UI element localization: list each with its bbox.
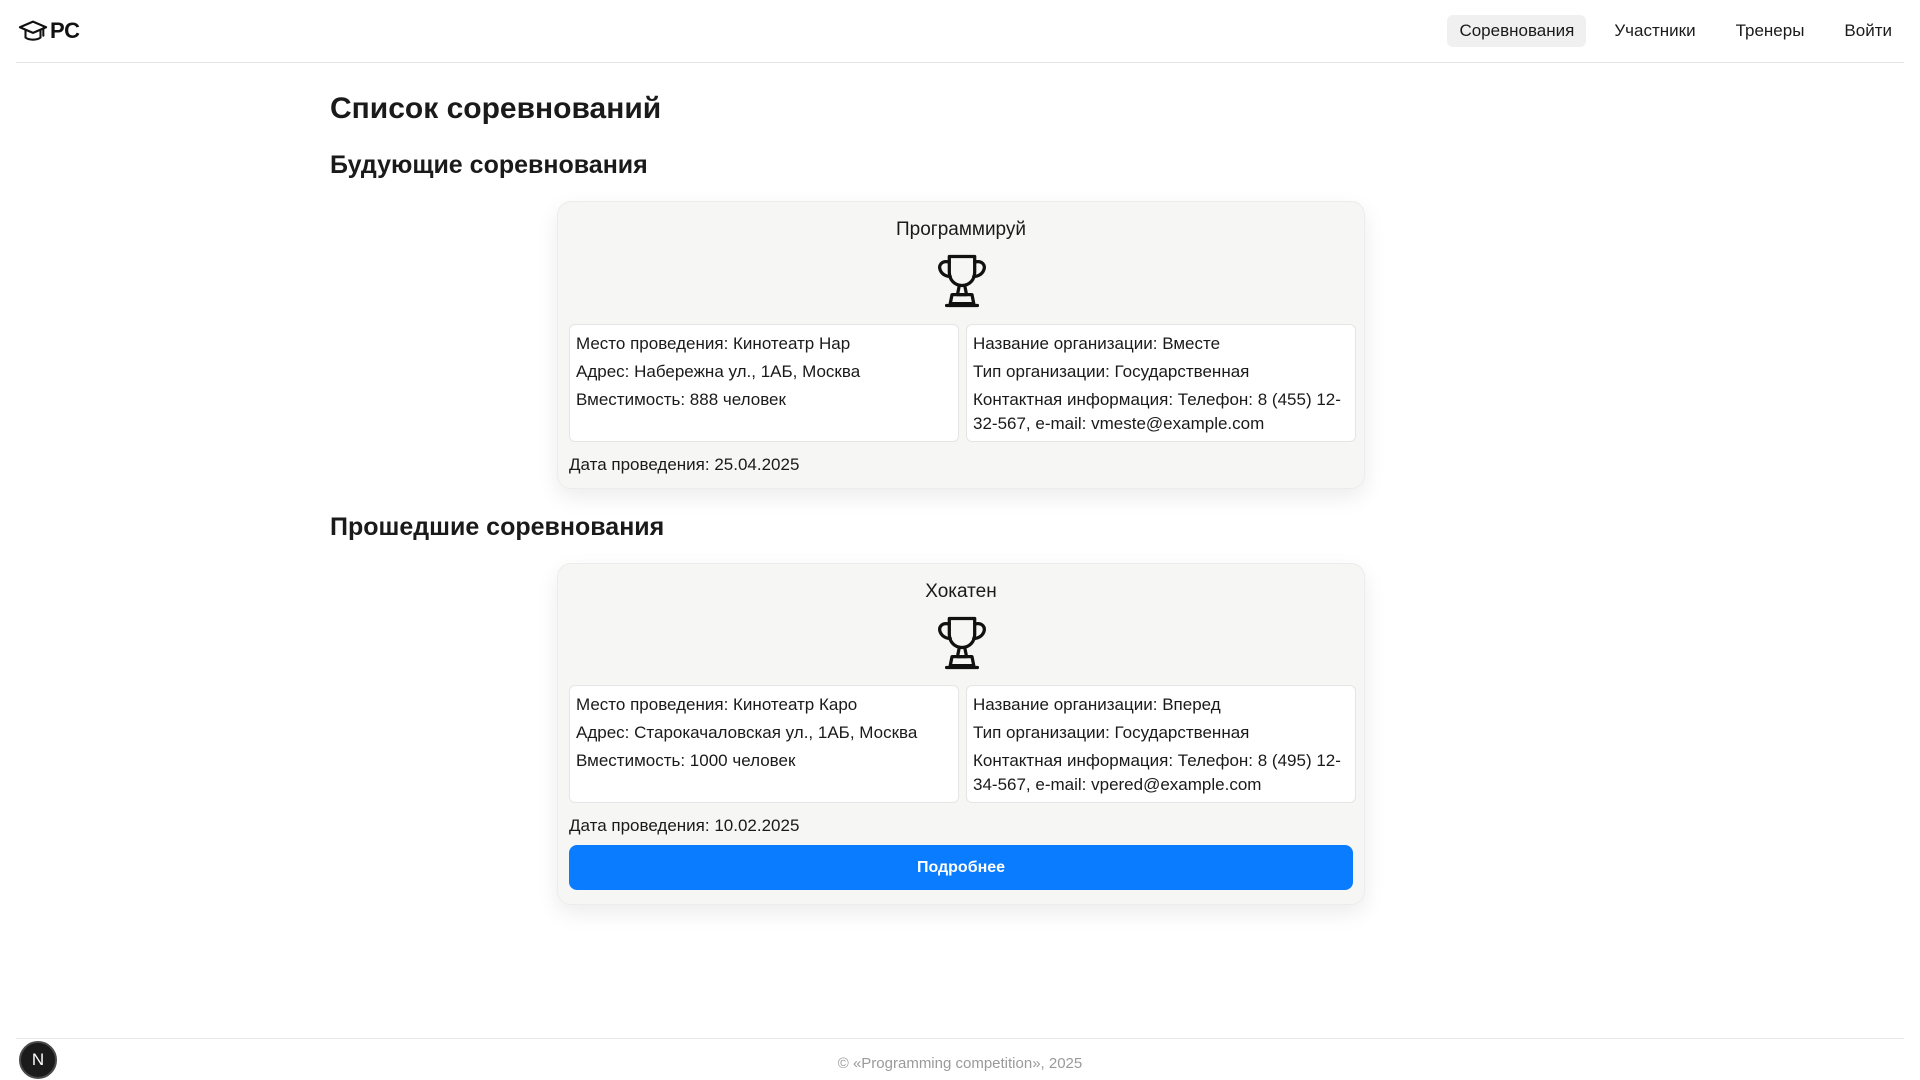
venue-capacity: Вместимость: 1000 человек — [576, 751, 796, 770]
details-button[interactable]: Подробнее — [569, 845, 1353, 890]
logo-text: PC — [50, 18, 80, 43]
organization-contact: Контактная информация: Телефон: 8 (455) … — [973, 390, 1341, 433]
venue-address: Адрес: Старокачаловская ул., 1АБ, Москва — [576, 723, 918, 742]
main-nav: Соревнования Участники Тренеры Войти — [1447, 15, 1904, 47]
logo[interactable]: PC — [18, 16, 80, 46]
trophy-icon — [938, 616, 986, 670]
competition-name: Программируй — [895, 219, 1027, 240]
organization-info-box: Название организации: Вместе Тип организ… — [966, 324, 1356, 442]
venue-name: Место проведения: Кинотеатр Нар — [576, 334, 851, 353]
graduation-cap-icon — [18, 20, 48, 41]
nav-competitions[interactable]: Соревнования — [1447, 15, 1587, 47]
competition-date: Дата проведения: 25.04.2025 — [569, 455, 800, 474]
competition-name: Хокатен — [925, 581, 997, 602]
organization-name: Название организации: Вместе — [973, 334, 1221, 353]
venue-capacity: Вместимость: 888 человек — [576, 390, 786, 409]
footer: © «Programming competition», 2025 — [16, 1038, 1904, 1080]
upcoming-section-title: Будующие соревнования — [330, 151, 648, 179]
nav-participants[interactable]: Участники — [1602, 15, 1707, 47]
venue-address: Адрес: Набережна ул., 1АБ, Москва — [576, 362, 861, 381]
organization-type: Тип организации: Государственная — [973, 723, 1250, 742]
organization-contact: Контактная информация: Телефон: 8 (495) … — [973, 751, 1341, 794]
footer-copyright: © «Programming competition», 2025 — [837, 1055, 1083, 1072]
organization-name: Название организации: Вперед — [973, 695, 1221, 714]
organization-info-box: Название организации: Вперед Тип организ… — [966, 685, 1356, 803]
competition-date: Дата проведения: 10.02.2025 — [569, 816, 800, 835]
nav-login[interactable]: Войти — [1832, 15, 1904, 47]
venue-info-box: Место проведения: Кинотеатр Нар Адрес: Н… — [569, 324, 959, 442]
venue-info-box: Место проведения: Кинотеатр Каро Адрес: … — [569, 685, 959, 803]
competition-card-upcoming: Программируй Место проведения: Кинотеатр… — [557, 201, 1365, 489]
trophy-icon — [938, 254, 986, 308]
nav-trainers[interactable]: Тренеры — [1724, 15, 1817, 47]
venue-name: Место проведения: Кинотеатр Каро — [576, 695, 858, 714]
organization-type: Тип организации: Государственная — [973, 362, 1250, 381]
competition-card-past: Хокатен Место проведения: Кинотеатр Каро… — [557, 563, 1365, 905]
top-header: PC Соревнования Участники Тренеры Войти — [16, 0, 1904, 63]
past-section-title: Прошедшие соревнования — [330, 513, 665, 541]
dev-tools-badge[interactable]: N — [19, 1041, 57, 1079]
page-title: Список соревнований — [330, 92, 662, 125]
